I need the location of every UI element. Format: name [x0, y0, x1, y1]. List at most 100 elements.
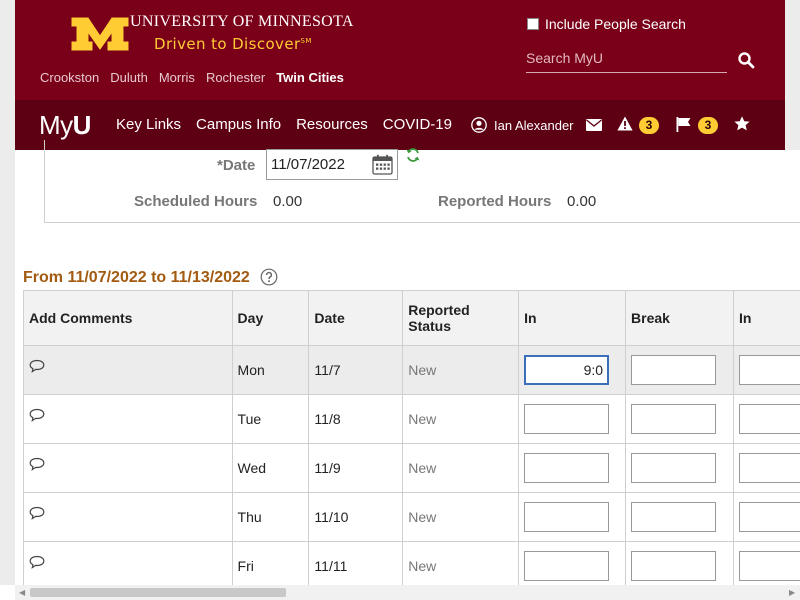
- help-icon[interactable]: [260, 268, 278, 286]
- in-2-time-input[interactable]: [738, 502, 800, 532]
- alert-triangle-icon[interactable]: [617, 116, 633, 131]
- campus-link-twin-cities[interactable]: Twin Cities: [276, 70, 344, 85]
- reported-hours-label: Reported Hours: [438, 193, 552, 210]
- break-cell: [625, 394, 734, 444]
- in-2-time-input[interactable]: [738, 453, 800, 483]
- break-time-input[interactable]: [631, 404, 717, 434]
- nav-link-resources[interactable]: Resources: [296, 116, 368, 133]
- nav-link-key-links[interactable]: Key Links: [116, 116, 181, 133]
- in-time-input[interactable]: [524, 502, 610, 532]
- comment-cell: [23, 394, 233, 444]
- nav-link-covid-19[interactable]: COVID-19: [383, 116, 452, 133]
- include-people-search[interactable]: Include People Search: [527, 16, 686, 32]
- university-header: University of Minnesota Driven to Discov…: [15, 0, 785, 100]
- horizontal-scrollbar[interactable]: ◀ ▶: [15, 585, 800, 600]
- nav-link-campus-info[interactable]: Campus Info: [196, 116, 281, 133]
- envelope-icon[interactable]: [586, 119, 602, 131]
- day-cell: Thu: [231, 492, 310, 542]
- include-people-search-label: Include People Search: [545, 16, 686, 32]
- break-cell: [625, 492, 734, 542]
- comment-cell: [23, 492, 233, 542]
- in-cell: [518, 541, 627, 591]
- date-cell: 11/10: [308, 492, 404, 542]
- col-header-in-2: In: [732, 290, 800, 346]
- table-header-row: Add Comments Day Date Reported Status In …: [23, 290, 800, 346]
- campus-link-duluth[interactable]: Duluth: [110, 70, 148, 85]
- campus-link-rochester[interactable]: Rochester: [206, 70, 265, 85]
- table-row: Fri 11/11 New: [23, 541, 800, 591]
- date-cell: 11/9: [308, 443, 404, 493]
- scroll-left-arrow-icon[interactable]: ◀: [19, 588, 25, 597]
- in-cell: [518, 345, 627, 395]
- campus-link-crookston[interactable]: Crookston: [40, 70, 99, 85]
- horizontal-scrollbar-thumb[interactable]: [30, 588, 286, 597]
- alerts-count-badge: 3: [639, 117, 659, 134]
- in-cell: [518, 443, 627, 493]
- search-input[interactable]: [526, 46, 727, 70]
- in-2-cell: [732, 492, 800, 542]
- comment-cell: [23, 443, 233, 493]
- in-2-time-input[interactable]: [738, 551, 800, 581]
- comment-bubble-icon[interactable]: [29, 408, 45, 423]
- status-cell: New: [402, 394, 520, 444]
- star-icon[interactable]: [734, 116, 750, 131]
- user-icon: [471, 117, 487, 133]
- nav-links: Key Links Campus Info Resources COVID-19: [116, 116, 452, 133]
- col-header-reported-status: Reported Status: [402, 290, 520, 346]
- include-people-search-checkbox[interactable]: [527, 18, 539, 30]
- in-time-input[interactable]: [524, 453, 610, 483]
- campus-links: Crookston Duluth Morris Rochester Twin Citie…: [40, 70, 344, 85]
- calendar-icon[interactable]: [372, 154, 393, 175]
- day-cell: Mon: [231, 345, 310, 395]
- in-2-cell: [732, 541, 800, 591]
- day-cell: Fri: [231, 541, 310, 591]
- left-gutter: [0, 0, 15, 585]
- table-row: Thu 11/10 New: [23, 492, 800, 542]
- in-time-input[interactable]: [524, 404, 610, 434]
- break-time-input[interactable]: [631, 551, 717, 581]
- in-2-time-input[interactable]: [738, 404, 800, 434]
- timesheet-form-box: [44, 140, 800, 223]
- timesheet-table: Add Comments Day Date Reported Status In …: [23, 290, 800, 591]
- comment-bubble-icon[interactable]: [29, 555, 45, 570]
- period-title: From 11/07/2022 to 11/13/2022: [23, 269, 250, 286]
- table-row: Wed 11/9 New: [23, 443, 800, 493]
- right-gutter: [785, 0, 800, 150]
- comment-cell: [23, 541, 233, 591]
- in-time-input[interactable]: [524, 355, 610, 385]
- col-header-date: Date: [308, 290, 404, 346]
- date-label: *Date: [217, 157, 256, 174]
- university-name[interactable]: University of Minnesota: [130, 13, 354, 31]
- search-icon[interactable]: [737, 51, 755, 69]
- in-cell: [518, 394, 627, 444]
- break-cell: [625, 541, 734, 591]
- user-menu[interactable]: Ian Alexander: [471, 117, 574, 133]
- status-cell: New: [402, 345, 520, 395]
- campus-link-morris[interactable]: Morris: [159, 70, 195, 85]
- col-header-day: Day: [231, 290, 310, 346]
- flag-icon[interactable]: [676, 117, 692, 132]
- break-time-input[interactable]: [631, 355, 717, 385]
- break-cell: [625, 345, 734, 395]
- refresh-icon[interactable]: [405, 147, 421, 163]
- block-m-logo-icon[interactable]: [70, 16, 130, 52]
- col-header-add-comments: Add Comments: [23, 290, 233, 346]
- scheduled-hours-value: 0.00: [273, 193, 303, 210]
- in-2-cell: [732, 443, 800, 493]
- comment-bubble-icon[interactable]: [29, 457, 45, 472]
- date-cell: 11/8: [308, 394, 404, 444]
- col-header-break: Break: [625, 290, 734, 346]
- in-time-input[interactable]: [524, 551, 610, 581]
- comment-bubble-icon[interactable]: [29, 359, 45, 374]
- scheduled-hours-label: Scheduled Hours: [134, 193, 258, 210]
- scroll-right-arrow-icon[interactable]: ▶: [789, 588, 795, 597]
- reported-hours-value: 0.00: [567, 193, 597, 210]
- myu-logo[interactable]: MyU: [39, 110, 91, 141]
- comment-bubble-icon[interactable]: [29, 506, 45, 521]
- day-cell: Wed: [231, 443, 310, 493]
- in-2-time-input[interactable]: [738, 355, 800, 385]
- break-time-input[interactable]: [631, 502, 717, 532]
- col-header-in: In: [518, 290, 627, 346]
- search-field[interactable]: [526, 46, 727, 73]
- break-time-input[interactable]: [631, 453, 717, 483]
